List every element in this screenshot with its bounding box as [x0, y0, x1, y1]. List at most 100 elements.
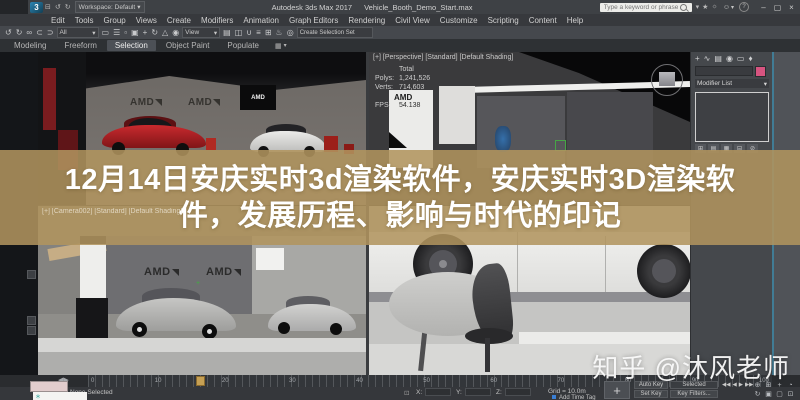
- viewport-layout-tab-button[interactable]: [27, 316, 36, 325]
- axis-gizmo: +: [196, 280, 200, 287]
- titlebar-icon[interactable]: ☼: [711, 3, 717, 11]
- toolbar-icon[interactable]: ▣: [130, 27, 140, 38]
- toolbar-icon[interactable]: +: [142, 27, 149, 38]
- toolbar-icon[interactable]: ☰: [112, 27, 121, 38]
- toolbar-icon[interactable]: △: [161, 27, 169, 38]
- key-filters-button[interactable]: Key Filters...: [670, 390, 718, 398]
- toolbar-icon[interactable]: ↺: [4, 27, 13, 38]
- viewport-layout-tab-button[interactable]: [27, 326, 36, 335]
- help-icon[interactable]: ?: [739, 2, 749, 12]
- add-time-tag[interactable]: Add Time Tag: [559, 395, 596, 400]
- toolbar-icon[interactable]: ◎: [286, 27, 295, 38]
- viewcube[interactable]: [651, 64, 683, 96]
- maximize-button[interactable]: ▢: [771, 3, 784, 12]
- titlebar-icon[interactable]: ▾: [696, 3, 700, 11]
- menu-item[interactable]: Views: [131, 16, 162, 25]
- named-selection-sets-field[interactable]: Create Selection Set: [297, 27, 373, 38]
- workspace-dropdown[interactable]: Workspace: Default ▾: [75, 1, 145, 13]
- command-panel-tab-icon[interactable]: ∿: [704, 54, 711, 63]
- 3dsmax-logo-icon[interactable]: 3: [30, 2, 43, 13]
- toolbar-icon[interactable]: ▤: [222, 27, 232, 38]
- z-coordinate-field[interactable]: [505, 388, 531, 396]
- notification-popup[interactable]: ＊: [33, 392, 87, 400]
- navigation-button[interactable]: ▣: [763, 390, 774, 399]
- quick-access-icon[interactable]: ⊟: [43, 3, 53, 11]
- toolbar-icon[interactable]: ∞: [25, 27, 33, 38]
- close-button[interactable]: ×: [785, 3, 798, 12]
- command-panel-tab-icon[interactable]: ▭: [737, 54, 745, 63]
- viewport-label[interactable]: [+] [Camera002] [Standard] [Default Shad…: [42, 208, 182, 215]
- tab-populate[interactable]: Populate: [219, 40, 267, 51]
- tab-freeform[interactable]: Freeform: [56, 40, 104, 51]
- workspace-label: Workspace: Default: [79, 4, 136, 11]
- menu-item[interactable]: Civil View: [390, 16, 435, 25]
- viewport-layout-tab-button[interactable]: [27, 270, 36, 279]
- toolbar-icon[interactable]: ≡: [255, 27, 262, 38]
- toolbar-icon[interactable]: ♨: [275, 27, 284, 38]
- y-coordinate-field[interactable]: [465, 388, 491, 396]
- time-slider-handle[interactable]: [196, 376, 205, 386]
- menu-item[interactable]: Help: [562, 16, 588, 25]
- menu-item[interactable]: Graph Editors: [284, 16, 343, 25]
- menu-item[interactable]: Group: [98, 16, 130, 25]
- object-color-swatch[interactable]: [755, 66, 766, 77]
- viewport-label[interactable]: [+] [Perspective] [Standard] [Default Sh…: [373, 54, 513, 61]
- menu-item[interactable]: Edit: [46, 16, 70, 25]
- render-white-panel: [439, 86, 475, 144]
- command-panel-tab-icon[interactable]: +: [695, 54, 700, 63]
- viewcube-cube[interactable]: [659, 72, 675, 86]
- toolbar-icon[interactable]: ↻: [15, 27, 24, 38]
- search-input[interactable]: [602, 3, 680, 12]
- command-panel-tab-icon[interactable]: ◉: [726, 54, 733, 63]
- menu-item[interactable]: Modifiers: [196, 16, 238, 25]
- ribbon-layout-icon[interactable]: ▦: [275, 42, 282, 50]
- toolbar-icon[interactable]: ◫: [234, 27, 244, 38]
- menu-item[interactable]: Animation: [238, 16, 284, 25]
- toolbar-icon[interactable]: ▫: [123, 27, 128, 38]
- tab-modeling[interactable]: Modeling: [6, 40, 54, 51]
- selection-filter-dropdown[interactable]: All ▾: [57, 27, 99, 38]
- navigation-button[interactable]: ▢: [774, 390, 785, 399]
- quick-access-icon[interactable]: ↺: [53, 3, 63, 11]
- set-key-button[interactable]: Set Key: [634, 390, 668, 398]
- selection-lock-icon[interactable]: ⊡: [404, 389, 409, 397]
- search-icon[interactable]: [680, 4, 687, 11]
- file-name-text: Vehicle_Booth_Demo_Start.max: [364, 3, 472, 12]
- menu-item[interactable]: Create: [162, 16, 196, 25]
- toolbar-icon[interactable]: ∪: [245, 27, 253, 38]
- navigation-button[interactable]: ↻: [752, 390, 763, 399]
- toolbar-icon[interactable]: ◉: [171, 27, 180, 38]
- toolbar-icon[interactable]: ▭: [101, 27, 111, 38]
- command-panel-tab-icon[interactable]: ♦: [748, 54, 752, 63]
- reference-coordinate-dropdown[interactable]: View ▾: [182, 27, 220, 38]
- menu-item[interactable]: Rendering: [343, 16, 390, 25]
- command-panel-tab-icon[interactable]: ▤: [714, 54, 722, 63]
- titlebar-icon[interactable]: ★: [702, 3, 708, 11]
- tab-selection[interactable]: Selection: [107, 40, 156, 51]
- render-red-panel: [43, 68, 56, 130]
- quick-access-icon[interactable]: ↻: [63, 3, 73, 11]
- toolbar-icon[interactable]: ↻: [150, 27, 159, 38]
- signin-user-icon[interactable]: ☺: [723, 4, 730, 11]
- search-box[interactable]: [600, 3, 692, 12]
- x-coordinate-field[interactable]: [425, 388, 451, 396]
- maxscript-mini-listener[interactable]: [30, 381, 68, 392]
- toolbar-icon[interactable]: ⊂: [35, 27, 44, 38]
- modifier-stack[interactable]: [695, 92, 769, 142]
- chevron-down-icon[interactable]: ▾: [284, 42, 287, 49]
- menu-item[interactable]: Content: [524, 16, 562, 25]
- menu-item[interactable]: Customize: [435, 16, 483, 25]
- toolbar-icon[interactable]: ⊞: [264, 27, 273, 38]
- z-label: Z:: [496, 389, 502, 396]
- chevron-down-icon[interactable]: ▾: [731, 4, 734, 11]
- selection-filter-value: All: [60, 29, 67, 36]
- minimize-button[interactable]: –: [757, 3, 770, 12]
- menu-item[interactable]: Scripting: [483, 16, 524, 25]
- menu-item[interactable]: Tools: [70, 16, 99, 25]
- object-name-field[interactable]: [695, 66, 753, 76]
- clay-car-wheel: [278, 322, 290, 334]
- tab-object-paint[interactable]: Object Paint: [158, 40, 218, 51]
- toolbar-icon[interactable]: ⊃: [46, 27, 55, 38]
- modifier-list-dropdown[interactable]: Modifier List ▾: [695, 79, 769, 88]
- navigation-button[interactable]: ⊡: [785, 390, 796, 399]
